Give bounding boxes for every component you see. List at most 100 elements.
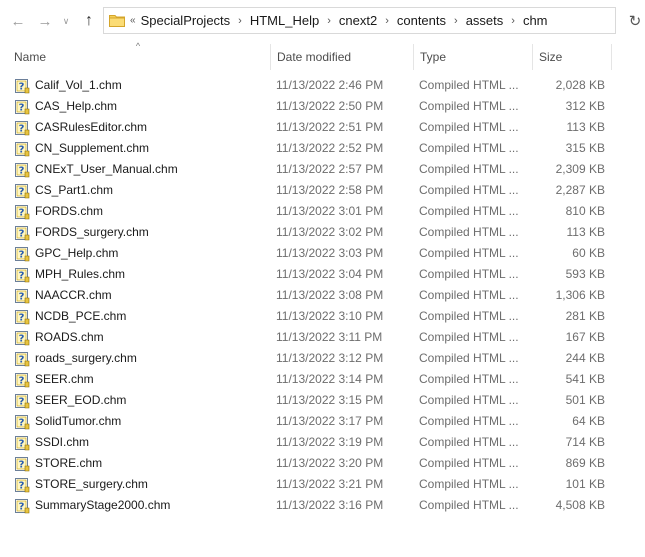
file-explorer-window: ← → ∨ ↑ « SpecialProjects › HTML_Help › …: [0, 0, 645, 557]
file-type: Compiled HTML ...: [419, 267, 519, 281]
file-date-modified: 11/13/2022 3:12 PM: [276, 351, 384, 365]
file-row[interactable]: ? FORDS.chm 11/13/2022 3:01 PM Compiled HTM…: [0, 201, 645, 222]
breadcrumb-separator[interactable]: ›: [327, 15, 331, 27]
file-name: STORE.chm: [35, 456, 103, 470]
column-name[interactable]: Name: [8, 44, 270, 70]
breadcrumb-item[interactable]: assets: [466, 13, 504, 28]
file-name: FORDS.chm: [35, 204, 104, 218]
file-name: SummaryStage2000.chm: [35, 498, 171, 512]
file-row[interactable]: ? ROADS.chm 11/13/2022 3:11 PM Compiled HTM…: [0, 327, 645, 348]
column-type[interactable]: Type: [413, 44, 532, 70]
file-name: CAS_Help.chm: [35, 99, 118, 113]
svg-text:?: ?: [19, 397, 25, 408]
file-size: 167 KB: [565, 330, 605, 344]
file-row[interactable]: ? CS_Part1.chm 11/13/2022 2:58 PM Compiled …: [0, 180, 645, 201]
file-row[interactable]: ? CAS_Help.chm 11/13/2022 2:50 PM Compiled …: [0, 96, 645, 117]
breadcrumb-separator[interactable]: ›: [385, 15, 389, 27]
chm-help-file-icon: ?: [14, 435, 30, 451]
svg-text:?: ?: [19, 187, 25, 198]
breadcrumb-item[interactable]: cnext2: [339, 13, 377, 28]
svg-text:?: ?: [19, 334, 25, 345]
file-row[interactable]: ? SEER.chm 11/13/2022 3:14 PM Compiled HTML…: [0, 369, 645, 390]
file-row[interactable]: ? CASRulesEditor.chm 11/13/2022 2:51 PM Com…: [0, 117, 645, 138]
file-row[interactable]: ? MPH_Rules.chm 11/13/2022 3:04 PM Compiled…: [0, 264, 645, 285]
file-date-modified: 11/13/2022 2:50 PM: [276, 99, 384, 113]
file-name: NAACCR.chm: [35, 288, 112, 302]
svg-text:?: ?: [19, 145, 25, 156]
file-name: SEER.chm: [35, 372, 94, 386]
file-row[interactable]: ? FORDS_surgery.chm 11/13/2022 3:02 PM Comp…: [0, 222, 645, 243]
file-row[interactable]: ? CN_Supplement.chm 11/13/2022 2:52 PM Comp…: [0, 138, 645, 159]
breadcrumb-item[interactable]: HTML_Help: [250, 13, 319, 28]
file-row[interactable]: ? STORE.chm 11/13/2022 3:20 PM Compiled HTM…: [0, 453, 645, 474]
refresh-icon[interactable]: ↻: [625, 11, 645, 31]
file-row[interactable]: ? SummaryStage2000.chm 11/13/2022 3:16 PM C…: [0, 495, 645, 516]
file-date-modified: 11/13/2022 3:19 PM: [276, 435, 384, 449]
file-name: NCDB_PCE.chm: [35, 309, 127, 323]
file-name: FORDS_surgery.chm: [35, 225, 149, 239]
file-type: Compiled HTML ...: [419, 351, 519, 365]
file-size: 593 KB: [565, 267, 605, 281]
file-row[interactable]: ? SSDI.chm 11/13/2022 3:19 PM Compiled HTML…: [0, 432, 645, 453]
chevron-down-icon[interactable]: ∨: [59, 11, 73, 31]
chm-help-file-icon: ?: [14, 288, 30, 304]
chm-help-file-icon: ?: [14, 393, 30, 409]
file-date-modified: 11/13/2022 3:04 PM: [276, 267, 384, 281]
file-date-modified: 11/13/2022 2:57 PM: [276, 162, 384, 176]
file-row[interactable]: ? Calif_Vol_1.chm 11/13/2022 2:46 PM Compil…: [0, 75, 645, 96]
svg-text:?: ?: [19, 376, 25, 387]
file-size: 64 KB: [572, 414, 605, 428]
svg-text:?: ?: [19, 355, 25, 366]
svg-text:?: ?: [19, 439, 25, 450]
folder-icon: [109, 15, 125, 27]
chm-help-file-icon: ?: [14, 204, 30, 220]
forward-arrow-icon[interactable]: →: [35, 11, 55, 31]
file-size: 113 KB: [566, 120, 605, 134]
file-date-modified: 11/13/2022 3:15 PM: [276, 393, 384, 407]
file-row[interactable]: ? NAACCR.chm 11/13/2022 3:08 PM Compiled HT…: [0, 285, 645, 306]
file-row[interactable]: ? NCDB_PCE.chm 11/13/2022 3:10 PM Compiled …: [0, 306, 645, 327]
file-row[interactable]: ? roads_surgery.chm 11/13/2022 3:12 PM Comp…: [0, 348, 645, 369]
breadcrumb-separator[interactable]: ›: [238, 15, 242, 27]
svg-text:?: ?: [19, 460, 25, 471]
breadcrumb-item[interactable]: SpecialProjects: [141, 13, 231, 28]
breadcrumb-separator[interactable]: ›: [454, 15, 458, 27]
chm-help-file-icon: ?: [14, 330, 30, 346]
file-type: Compiled HTML ...: [419, 120, 519, 134]
file-row[interactable]: ? CNExT_User_Manual.chm 11/13/2022 2:57 PM…: [0, 159, 645, 180]
chm-help-file-icon: ?: [14, 309, 30, 325]
file-type: Compiled HTML ...: [419, 225, 519, 239]
breadcrumb-item[interactable]: chm: [523, 13, 548, 28]
address-bar[interactable]: « SpecialProjects › HTML_Help › cnext2 ›…: [103, 7, 616, 34]
file-date-modified: 11/13/2022 2:52 PM: [276, 141, 384, 155]
file-type: Compiled HTML ...: [419, 183, 519, 197]
svg-text:?: ?: [19, 208, 25, 219]
breadcrumb-separator[interactable]: ›: [511, 15, 515, 27]
back-arrow-icon[interactable]: ←: [8, 11, 28, 31]
file-row[interactable]: ? STORE_surgery.chm 11/13/2022 3:21 PM Comp…: [0, 474, 645, 495]
file-date-modified: 11/13/2022 3:21 PM: [276, 477, 384, 491]
breadcrumb-item[interactable]: contents: [397, 13, 446, 28]
file-row[interactable]: ? GPC_Help.chm 11/13/2022 3:03 PM Compiled …: [0, 243, 645, 264]
column-date-modified[interactable]: Date modified: [270, 44, 413, 70]
file-type: Compiled HTML ...: [419, 246, 519, 260]
breadcrumb-overflow[interactable]: «: [130, 15, 135, 26]
file-type: Compiled HTML ...: [419, 372, 519, 386]
file-date-modified: 11/13/2022 3:20 PM: [276, 456, 384, 470]
file-name: roads_surgery.chm: [35, 351, 137, 365]
file-type: Compiled HTML ...: [419, 99, 519, 113]
svg-text:?: ?: [19, 103, 25, 114]
file-row[interactable]: ? SolidTumor.chm 11/13/2022 3:17 PM Compile…: [0, 411, 645, 432]
file-type: Compiled HTML ...: [419, 288, 519, 302]
file-type: Compiled HTML ...: [419, 162, 519, 176]
column-size[interactable]: Size: [532, 44, 612, 70]
file-size: 2,309 KB: [555, 162, 605, 176]
svg-text:?: ?: [19, 292, 25, 303]
svg-text:?: ?: [19, 271, 25, 282]
file-name: CNExT_User_Manual.chm: [35, 162, 178, 176]
file-name: SEER_EOD.chm: [35, 393, 127, 407]
column-header: ^ Name Date modified Type Size: [0, 42, 645, 72]
file-row[interactable]: ? SEER_EOD.chm 11/13/2022 3:15 PM Compiled …: [0, 390, 645, 411]
up-arrow-icon[interactable]: ↑: [79, 11, 99, 31]
svg-text:?: ?: [19, 481, 25, 492]
